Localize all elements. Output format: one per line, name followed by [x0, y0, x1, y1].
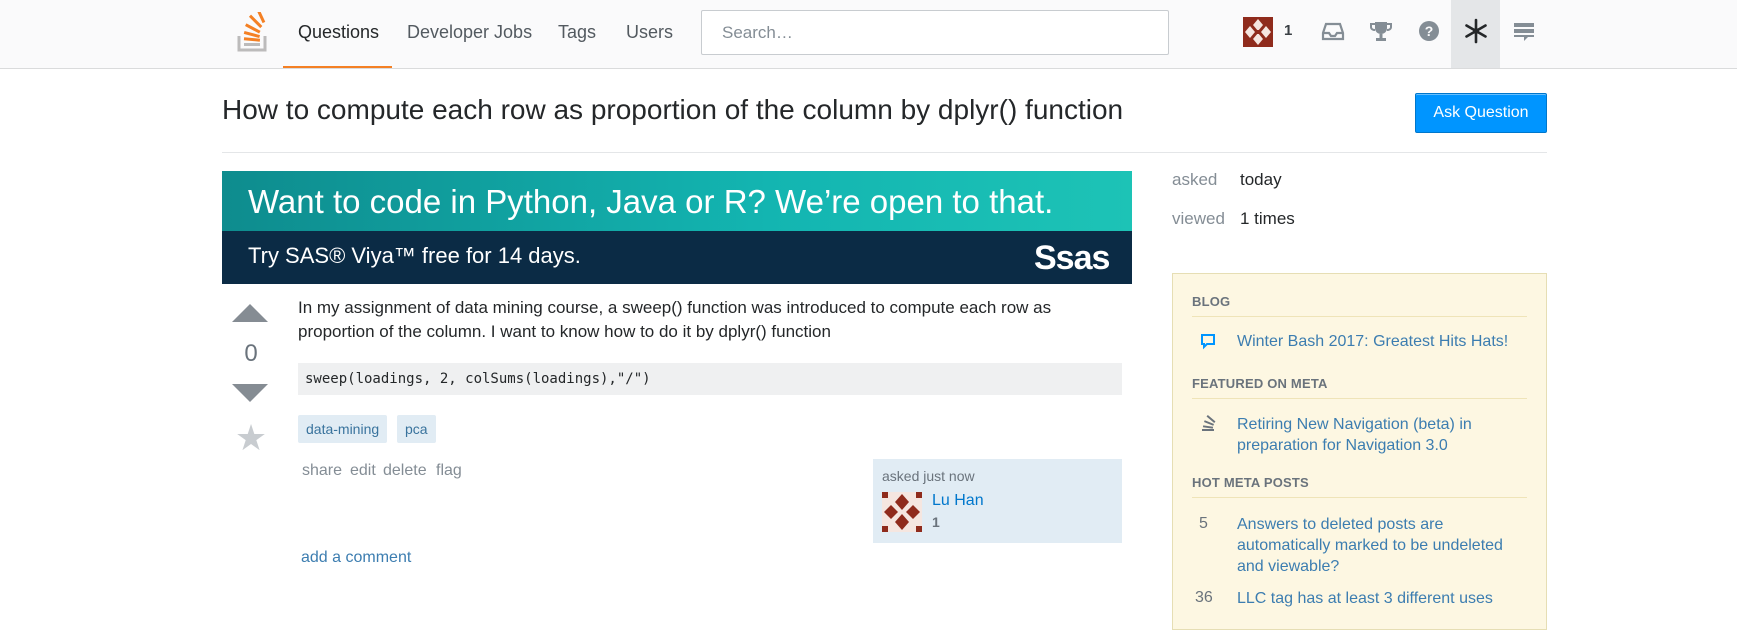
- blog-item-link[interactable]: Winter Bash 2017: Greatest Hits Hats!: [1237, 331, 1527, 352]
- vote-count: 0: [244, 340, 258, 367]
- trophy-icon[interactable]: [1366, 16, 1396, 46]
- nav-users[interactable]: Users: [626, 0, 673, 68]
- blog-heading: BLOG: [1192, 294, 1231, 309]
- favorite-star-icon[interactable]: ★: [232, 418, 270, 458]
- nav-developer-jobs[interactable]: Developer Jobs: [407, 0, 532, 68]
- search-input[interactable]: [701, 10, 1169, 55]
- help-icon[interactable]: ?: [1414, 16, 1444, 46]
- owner-signature: asked just now Lu Han 1: [873, 459, 1122, 543]
- viewed-label: viewed: [1172, 209, 1225, 228]
- stackexchange-meta-icon: [1202, 415, 1216, 431]
- question-body: In my assignment of data mining course, …: [298, 298, 1052, 341]
- asked-time: asked just now: [882, 468, 975, 484]
- owner-reputation: 1: [932, 514, 940, 530]
- sas-advertisement[interactable]: Want to code in Python, Java or R? We’re…: [222, 171, 1132, 284]
- hot-post-link[interactable]: LLC tag has at least 3 different uses: [1237, 588, 1527, 609]
- user-avatar[interactable]: [1243, 17, 1273, 47]
- ad-headline: Want to code in Python, Java or R? We’re…: [248, 183, 1054, 220]
- divider: [222, 152, 1547, 153]
- hot-post-count: 5: [1199, 515, 1208, 532]
- svg-text:?: ?: [1425, 23, 1434, 39]
- sas-logo: Ssas: [1034, 239, 1110, 277]
- stackoverflow-logo[interactable]: [236, 12, 270, 52]
- hot-post-link[interactable]: Answers to deleted posts are automatical…: [1237, 514, 1527, 577]
- edit-link[interactable]: edit: [350, 462, 376, 480]
- owner-name-link[interactable]: Lu Han: [932, 492, 984, 510]
- community-bulletin: BLOG Winter Bash 2017: Greatest Hits Hat…: [1172, 273, 1547, 630]
- question-title[interactable]: How to compute each row as proportion of…: [222, 94, 1123, 126]
- reputation-count: 1: [1284, 22, 1293, 39]
- viewed-value: 1 times: [1240, 209, 1295, 228]
- hot-meta-heading: HOT META POSTS: [1192, 475, 1309, 490]
- hot-post-count: 36: [1195, 589, 1213, 606]
- upvote-arrow-icon[interactable]: [232, 304, 268, 322]
- share-link[interactable]: share: [302, 462, 342, 480]
- divider: [1192, 497, 1527, 498]
- flag-link[interactable]: flag: [436, 462, 462, 480]
- winter-bash-icon[interactable]: [1461, 16, 1491, 46]
- ad-subline: Try SAS® Viya™ free for 14 days.: [248, 243, 581, 268]
- ask-question-button[interactable]: Ask Question: [1415, 93, 1547, 133]
- delete-link[interactable]: delete: [383, 462, 427, 480]
- asked-label: asked: [1172, 170, 1218, 189]
- nav-questions[interactable]: Questions: [283, 0, 392, 68]
- speech-bubble-icon: [1201, 334, 1215, 350]
- code-block: sweep(loadings, 2, colSums(loadings),"/"…: [298, 363, 1122, 395]
- downvote-arrow-icon[interactable]: [232, 384, 268, 402]
- inbox-icon[interactable]: [1318, 16, 1348, 46]
- site-switcher-icon[interactable]: [1509, 16, 1539, 46]
- featured-meta-heading: FEATURED ON META: [1192, 376, 1328, 391]
- add-comment-link[interactable]: add a comment: [301, 549, 411, 567]
- top-bar: Questions Developer Jobs Tags Users 1 ?: [0, 0, 1737, 69]
- owner-avatar[interactable]: [882, 492, 922, 532]
- divider: [1192, 398, 1527, 399]
- nav-tags[interactable]: Tags: [558, 0, 596, 68]
- tag-data-mining[interactable]: data-mining: [298, 415, 388, 443]
- featured-meta-link[interactable]: Retiring New Navigation (beta) in prepar…: [1237, 414, 1527, 456]
- asked-value: today: [1240, 170, 1282, 189]
- tag-pca[interactable]: pca: [397, 415, 436, 443]
- divider: [1192, 316, 1527, 317]
